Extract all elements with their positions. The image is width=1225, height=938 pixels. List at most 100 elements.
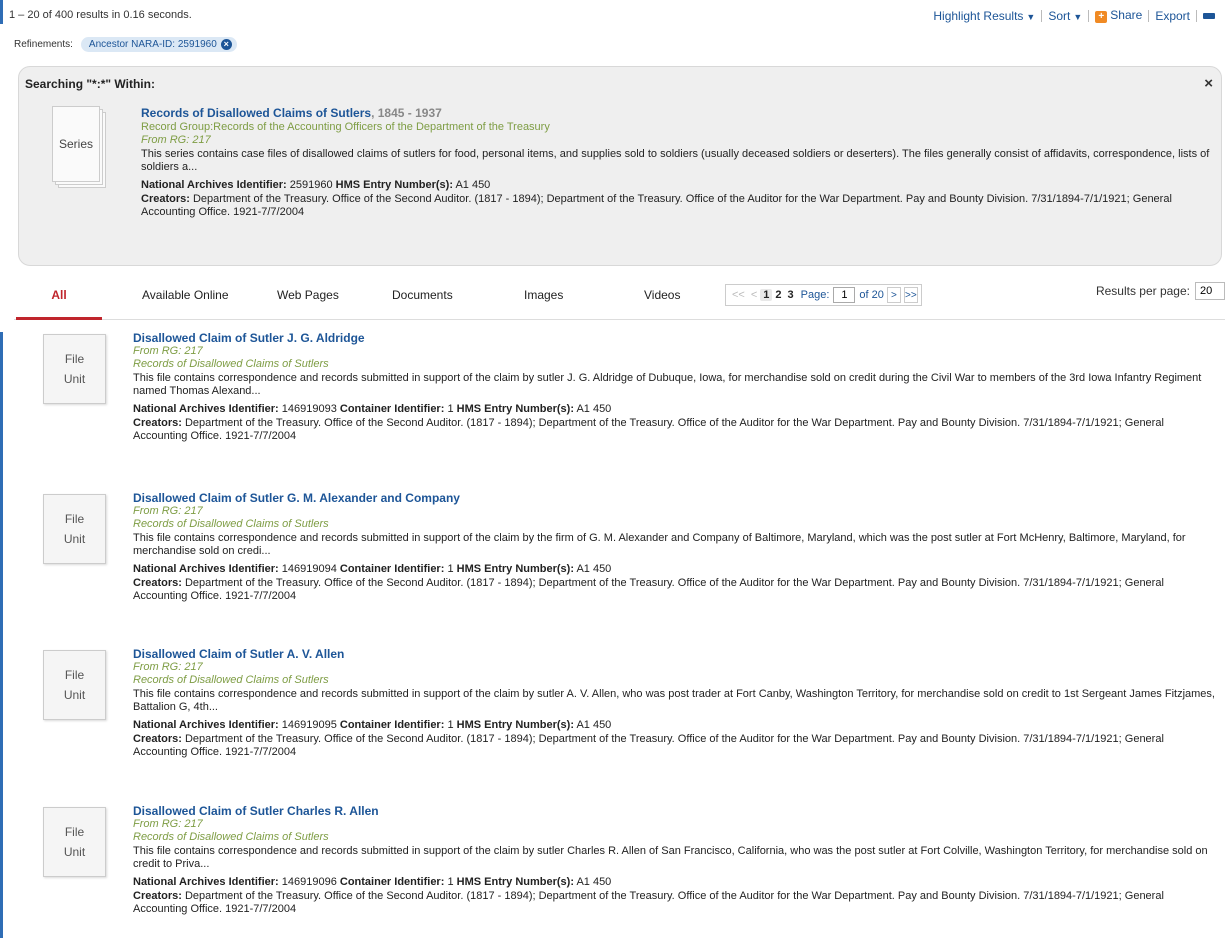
creators-label: Creators: [141,193,190,205]
result-type-tabs: All Available Online Web Pages Documents… [14,280,1225,320]
page-2-link[interactable]: 2 [772,289,784,301]
container-value: 1 [447,719,454,731]
file-unit-icon[interactable]: File Unit [43,334,106,404]
result-title-link[interactable]: Disallowed Claim of Sutler G. M. Alexand… [133,492,1218,505]
share-button[interactable]: + Share [1095,8,1142,23]
refinement-chip-label: Ancestor NARA-ID: 2591960 [88,39,217,50]
file-unit-icon[interactable]: File Unit [43,494,106,564]
container-value: 1 [447,403,454,415]
tab-documents[interactable]: Documents [392,288,453,302]
container-label: Container Identifier: [339,563,445,575]
hms-value: A1 450 [576,719,612,731]
result-count: 1 – 20 of 400 results in 0.16 seconds. [9,9,192,21]
file-unit-icon-line2: Unit [63,372,86,386]
hms-value: A1 450 [576,403,612,415]
parent-series-link[interactable]: Records of Disallowed Claims of Sutlers [133,358,1218,371]
from-rg: From RG: 217 [133,818,203,830]
result-title-link[interactable]: Disallowed Claim of Sutler A. V. Allen [133,648,1218,661]
result-creators: Creators: Department of the Treasury. Of… [133,417,1218,443]
creators-value: Department of the Treasury. Office of th… [133,733,1164,758]
container-value: 1 [447,876,454,888]
file-unit-icon[interactable]: File Unit [43,650,106,720]
results-list: File Unit Disallowed Claim of Sutler J. G… [0,332,1225,938]
from-rg: From RG: 217 [141,134,211,146]
toolbar-divider [1041,9,1043,22]
page-1-link[interactable]: 1 [760,289,773,301]
from-rg: From RG: 217 [133,661,203,673]
file-unit-icon-line1: File [64,825,85,839]
searching-within-panel: Searching "*:*" Within: × Series Records… [18,66,1222,266]
naid-value: 146919096 [281,876,337,888]
series-title-link[interactable]: Records of Disallowed Claims of Sutlers [141,106,371,120]
container-label: Container Identifier: [339,403,445,415]
sort-button[interactable]: Sort ▼ [1048,9,1082,23]
result-description: This file contains correspondence and re… [133,372,1202,397]
sort-label: Sort [1048,8,1071,23]
result-identifiers: National Archives Identifier: 146919094 … [133,563,1218,576]
highlight-results-button[interactable]: Highlight Results ▼ [933,9,1035,23]
naid-value: 146919095 [281,719,337,731]
creators-label: Creators: [133,890,182,902]
results-per-page-label: Results per page: [1095,284,1190,298]
result-title-link[interactable]: Disallowed Claim of Sutler J. G. Aldridg… [133,332,1218,345]
creators-value: Department of the Treasury. Office of th… [133,577,1164,602]
file-unit-icon[interactable]: File Unit [43,807,106,877]
tab-images[interactable]: Images [524,288,563,302]
prev-page-button[interactable]: < [748,289,760,301]
series-description: This series contains case files of disal… [141,148,1210,173]
hms-value: A1 450 [576,563,612,575]
tab-videos[interactable]: Videos [644,288,680,302]
hms-label: HMS Entry Number(s): [456,563,574,575]
file-unit-icon-line1: File [64,668,85,682]
parent-series-link[interactable]: Records of Disallowed Claims of Sutlers [133,518,1218,531]
file-unit-icon-line2: Unit [63,688,86,702]
close-icon[interactable]: × [1204,75,1213,92]
result-creators: Creators: Department of the Treasury. Of… [133,577,1218,603]
creators-label: Creators: [133,577,182,589]
last-page-button[interactable]: >> [903,287,918,303]
results-toolbar: Highlight Results ▼ Sort ▼ + Share Export [933,8,1215,23]
result-body: Disallowed Claim of Sutler Charles R. Al… [133,805,1218,916]
result-description: This file contains correspondence and re… [133,845,1208,870]
series-icon: Series [52,106,106,188]
refinements-bar: Refinements: Ancestor NARA-ID: 2591960 × [14,37,237,52]
tab-web-pages[interactable]: Web Pages [277,288,339,302]
parent-series-link[interactable]: Records of Disallowed Claims of Sutlers [133,674,1218,687]
series-record: Records of Disallowed Claims of Sutlers,… [141,107,1211,219]
result-creators: Creators: Department of the Treasury. Of… [133,890,1218,916]
refinements-label: Refinements: [14,39,73,50]
active-tab-indicator [16,317,102,320]
remove-refinement-icon[interactable]: × [220,39,232,50]
page-label: Page: [800,289,830,301]
file-unit-icon-line2: Unit [63,532,86,546]
record-group: Record Group:Records of the Accounting O… [141,121,550,133]
result-description: This file contains correspondence and re… [133,532,1186,557]
results-per-page: Results per page: [1096,282,1225,300]
tab-all[interactable]: All [16,288,102,302]
creators-value: Department of the Treasury. Office of th… [141,193,1172,218]
result-title-link[interactable]: Disallowed Claim of Sutler Charles R. Al… [133,805,1218,818]
naid-label: National Archives Identifier: [133,876,279,888]
tab-available-online[interactable]: Available Online [142,288,229,302]
hms-value: A1 450 [455,179,491,191]
from-rg: From RG: 217 [133,345,203,357]
page-3-link[interactable]: 3 [785,289,797,301]
result-body: Disallowed Claim of Sutler J. G. Aldridg… [133,332,1218,443]
first-page-button[interactable]: << [729,289,748,301]
creators-label: Creators: [133,733,182,745]
parent-series-link[interactable]: Records of Disallowed Claims of Sutlers [133,831,1218,844]
export-button[interactable]: Export [1155,9,1190,23]
container-label: Container Identifier: [339,719,445,731]
file-unit-icon-line2: Unit [63,845,86,859]
results-per-page-input[interactable] [1195,282,1225,300]
chevron-down-icon: ▼ [1026,11,1036,22]
pagination-box: << < 1 2 3 Page: of 20 > >> [725,284,922,306]
print-icon[interactable] [1203,10,1215,23]
pagination: << < 1 2 3 Page: of 20 > >> [725,284,922,306]
naid-value: 146919093 [281,403,337,415]
page-number-input[interactable] [833,287,856,303]
file-unit-icon-line1: File [64,512,85,526]
page-total: of 20 [859,289,884,301]
result-creators: Creators: Department of the Treasury. Of… [133,733,1218,759]
next-page-button[interactable]: > [886,287,901,303]
